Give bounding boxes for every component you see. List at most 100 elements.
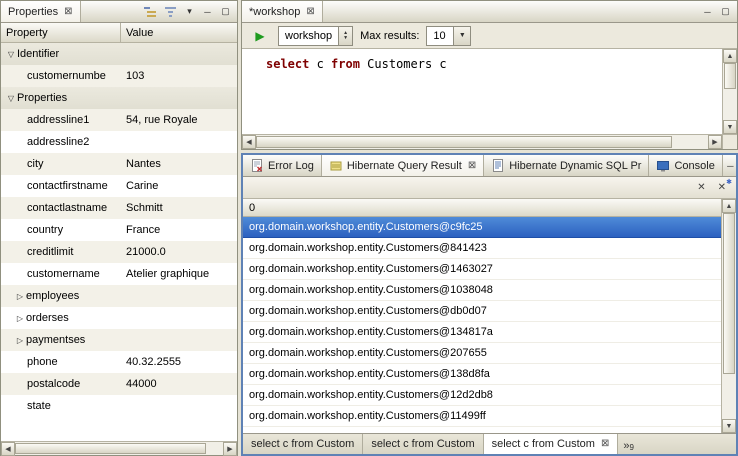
tab-workshop-editor[interactable]: *workshop ⊠	[242, 1, 323, 22]
property-row[interactable]: contactlastnameSchmitt	[1, 197, 237, 219]
results-toolbar: ✕ ✕ ✱	[243, 177, 736, 199]
minimize-icon[interactable]: ─	[700, 5, 715, 19]
query-page-tab-2[interactable]: select c from Custom	[363, 434, 483, 454]
property-row[interactable]: state	[1, 395, 237, 417]
property-row[interactable]: customernameAtelier graphique	[1, 263, 237, 285]
property-label: employees	[26, 290, 79, 302]
editor-vscrollbar[interactable]: ▲ ▼	[722, 49, 737, 134]
remove-all-results-icon[interactable]: ✕ ✱	[718, 183, 726, 193]
result-row[interactable]: org.domain.workshop.entity.Customers@103…	[243, 280, 721, 301]
run-icon: ▶	[255, 30, 264, 42]
scroll-left-icon[interactable]: ◀	[242, 135, 256, 149]
properties-hscrollbar[interactable]: ◀ ▶	[1, 441, 237, 455]
show-advanced-properties-icon[interactable]	[162, 4, 179, 20]
more-tabs-chevron[interactable]: » 9	[618, 434, 640, 454]
maximize-icon[interactable]: ▢	[218, 5, 233, 19]
chevron-down-icon[interactable]: ▼	[453, 27, 470, 45]
scrollbar-thumb[interactable]	[723, 213, 735, 374]
expander-expanded-icon[interactable]: ▽	[5, 94, 17, 103]
editor-hscrollbar-row: ◀ ▶	[242, 134, 737, 149]
scroll-right-icon[interactable]: ▶	[708, 135, 722, 149]
scrollbar-thumb[interactable]	[256, 136, 672, 148]
remove-result-icon[interactable]: ✕	[697, 183, 705, 193]
scrollbar-thumb[interactable]	[724, 63, 736, 89]
property-name: country	[1, 224, 121, 236]
expander-collapsed-icon[interactable]: ▷	[14, 336, 26, 345]
show-categories-icon[interactable]	[142, 4, 159, 20]
query-page-tabs: select c from Custom select c from Custo…	[243, 433, 736, 454]
tab-hibernate-dynamic-sql[interactable]: Hibernate Dynamic SQL Pr	[484, 155, 649, 176]
property-name: ▽Properties	[1, 92, 121, 104]
close-icon[interactable]: ⊠	[64, 7, 72, 17]
result-row[interactable]: org.domain.workshop.entity.Customers@c9f…	[243, 217, 721, 238]
configuration-combo[interactable]: workshop ▲ ▼	[278, 26, 353, 46]
scrollbar-corner	[722, 135, 737, 149]
scroll-up-icon[interactable]: ▲	[723, 49, 737, 63]
max-results-combo[interactable]: 10 ▼	[426, 26, 471, 46]
maximize-icon[interactable]: ▢	[718, 5, 733, 19]
expander-expanded-icon[interactable]: ▽	[5, 50, 17, 59]
property-row[interactable]: cityNantes	[1, 153, 237, 175]
results-column-header[interactable]: 0	[243, 199, 721, 217]
console-icon	[656, 159, 670, 172]
property-row[interactable]: addressline154, rue Royale	[1, 109, 237, 131]
expander-collapsed-icon[interactable]: ▷	[14, 314, 26, 323]
code-keyword: select	[266, 57, 309, 71]
column-header-value[interactable]: Value	[121, 23, 237, 42]
spinner-icon[interactable]: ▲ ▼	[338, 27, 352, 45]
hibernate-query-result-icon	[329, 159, 343, 172]
property-label: city	[27, 158, 44, 170]
expander-collapsed-icon[interactable]: ▷	[14, 292, 26, 301]
scroll-up-icon[interactable]: ▲	[722, 199, 736, 213]
scroll-down-icon[interactable]: ▼	[723, 120, 737, 134]
result-row[interactable]: org.domain.workshop.entity.Customers@138…	[243, 364, 721, 385]
property-row[interactable]: ▷employees	[1, 285, 237, 307]
close-icon[interactable]: ⊠	[601, 439, 609, 449]
close-icon[interactable]: ⊠	[468, 161, 476, 171]
result-row[interactable]: org.domain.workshop.entity.Customers@114…	[243, 406, 721, 427]
close-icon[interactable]: ⊠	[306, 7, 314, 17]
scroll-down-icon[interactable]: ▼	[722, 419, 736, 433]
property-label: addressline2	[27, 136, 89, 148]
results-vscrollbar[interactable]: ▲ ▼	[721, 199, 736, 433]
run-query-button[interactable]: ▶	[249, 26, 271, 46]
column-header-property[interactable]: Property	[1, 23, 121, 42]
tab-properties[interactable]: Properties ⊠	[1, 1, 81, 22]
scroll-right-icon[interactable]: ▶	[223, 442, 237, 456]
result-row[interactable]: org.domain.workshop.entity.Customers@134…	[243, 322, 721, 343]
query-page-tab-1[interactable]: select c from Custom	[243, 434, 363, 454]
tab-console[interactable]: Console	[649, 155, 722, 176]
property-row[interactable]: countryFrance	[1, 219, 237, 241]
property-row[interactable]: contactfirstnameCarine	[1, 175, 237, 197]
property-row[interactable]: ▷orderses	[1, 307, 237, 329]
scrollbar-thumb[interactable]	[15, 443, 206, 454]
result-row[interactable]: org.domain.workshop.entity.Customers@146…	[243, 259, 721, 280]
results-window-controls: ─ ▢	[723, 155, 738, 176]
result-row[interactable]: org.domain.workshop.entity.Customers@12d…	[243, 385, 721, 406]
property-row[interactable]: customernumbe103	[1, 65, 237, 87]
result-row[interactable]: org.domain.workshop.entity.Customers@db0…	[243, 301, 721, 322]
property-row[interactable]: ▷paymentses	[1, 329, 237, 351]
result-rows: org.domain.workshop.entity.Customers@c9f…	[243, 217, 721, 433]
view-menu-icon[interactable]: ▾	[182, 5, 197, 19]
property-label: orderses	[26, 312, 69, 324]
query-page-tab-3[interactable]: select c from Custom ⊠	[484, 434, 619, 454]
tab-hibernate-query-result[interactable]: Hibernate Query Result ⊠	[322, 155, 484, 176]
property-category-row[interactable]: ▽Identifier	[1, 43, 237, 65]
max-results-label: Max results:	[360, 30, 419, 42]
result-row[interactable]: org.domain.workshop.entity.Customers@841…	[243, 238, 721, 259]
query-editor[interactable]: select c from Customers c	[242, 49, 722, 134]
minimize-icon[interactable]: ─	[723, 159, 738, 173]
scroll-left-icon[interactable]: ◀	[1, 442, 15, 456]
property-value: 103	[121, 70, 237, 82]
property-category-row[interactable]: ▽Properties	[1, 87, 237, 109]
property-row[interactable]: addressline2	[1, 131, 237, 153]
scrollbar-track	[15, 442, 223, 455]
property-row[interactable]: creditlimit21000.0	[1, 241, 237, 263]
property-row[interactable]: postalcode44000	[1, 373, 237, 395]
tab-error-log[interactable]: Error Log	[243, 155, 322, 176]
result-row[interactable]: org.domain.workshop.entity.Customers@207…	[243, 343, 721, 364]
minimize-icon[interactable]: ─	[200, 5, 215, 19]
editor-hscrollbar[interactable]: ◀ ▶	[242, 135, 722, 149]
property-row[interactable]: phone40.32.2555	[1, 351, 237, 373]
